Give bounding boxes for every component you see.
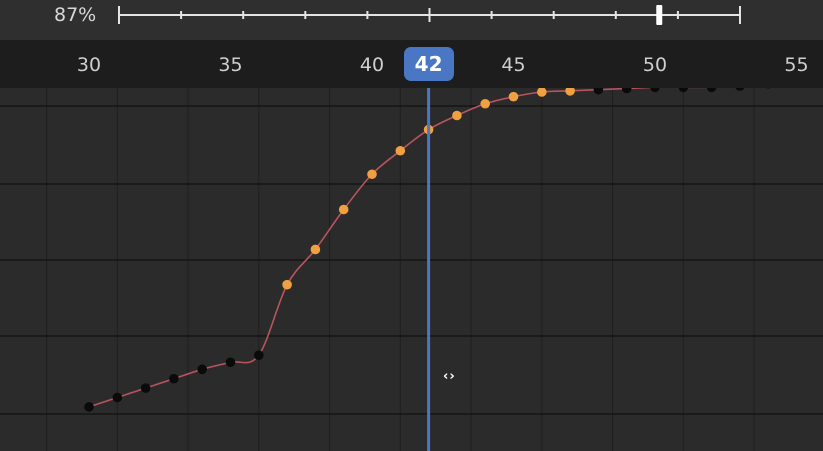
- keyframe-point[interactable]: [140, 383, 151, 393]
- current-frame-indicator[interactable]: 42: [403, 47, 454, 81]
- frame-label: 50: [642, 54, 668, 76]
- keyframe-point[interactable]: [84, 402, 94, 412]
- keyframe-point-selected[interactable]: [338, 204, 349, 215]
- zoom-bar: 87%: [0, 0, 823, 40]
- keyframe-point[interactable]: [678, 88, 689, 93]
- keyframe-point[interactable]: [169, 373, 179, 384]
- keyframe-point[interactable]: [763, 88, 773, 89]
- resize-cursor-icon: ‹›: [443, 369, 456, 384]
- keyframe-point-selected[interactable]: [282, 279, 292, 290]
- keyframe-point-selected[interactable]: [565, 88, 575, 96]
- keyframe-point[interactable]: [650, 88, 660, 93]
- zoom-slider-handle[interactable]: [656, 5, 663, 25]
- timeline-ruler[interactable]: 30 35 40 45 50 55 42: [0, 40, 823, 88]
- keyframe-point[interactable]: [225, 357, 236, 368]
- keyframe-points: [84, 88, 773, 412]
- keyframe-point[interactable]: [197, 364, 207, 375]
- frame-label: 45: [501, 54, 526, 76]
- keyframe-point[interactable]: [593, 88, 604, 95]
- keyframe-point-selected[interactable]: [367, 169, 377, 180]
- keyframe-point[interactable]: [706, 88, 717, 93]
- frame-label: 40: [359, 54, 385, 76]
- keyframe-point[interactable]: [253, 350, 264, 361]
- keyframe-point-selected[interactable]: [508, 91, 519, 102]
- keyframe-point-selected[interactable]: [537, 88, 547, 97]
- frame-label: 35: [218, 54, 243, 76]
- graph-editor-canvas[interactable]: [0, 88, 823, 451]
- zoom-slider[interactable]: [0, 0, 823, 40]
- keyframe-point-selected[interactable]: [452, 110, 462, 121]
- keyframe-point[interactable]: [735, 88, 745, 91]
- frame-label: 55: [784, 54, 809, 76]
- keyframe-point[interactable]: [621, 88, 632, 94]
- keyframe-point-selected[interactable]: [395, 145, 406, 156]
- keyframe-point[interactable]: [112, 392, 123, 403]
- animation-curve: [88, 88, 716, 408]
- keyframe-point-selected[interactable]: [480, 98, 491, 109]
- keyframe-point-selected[interactable]: [310, 244, 321, 255]
- frame-label: 30: [76, 54, 102, 76]
